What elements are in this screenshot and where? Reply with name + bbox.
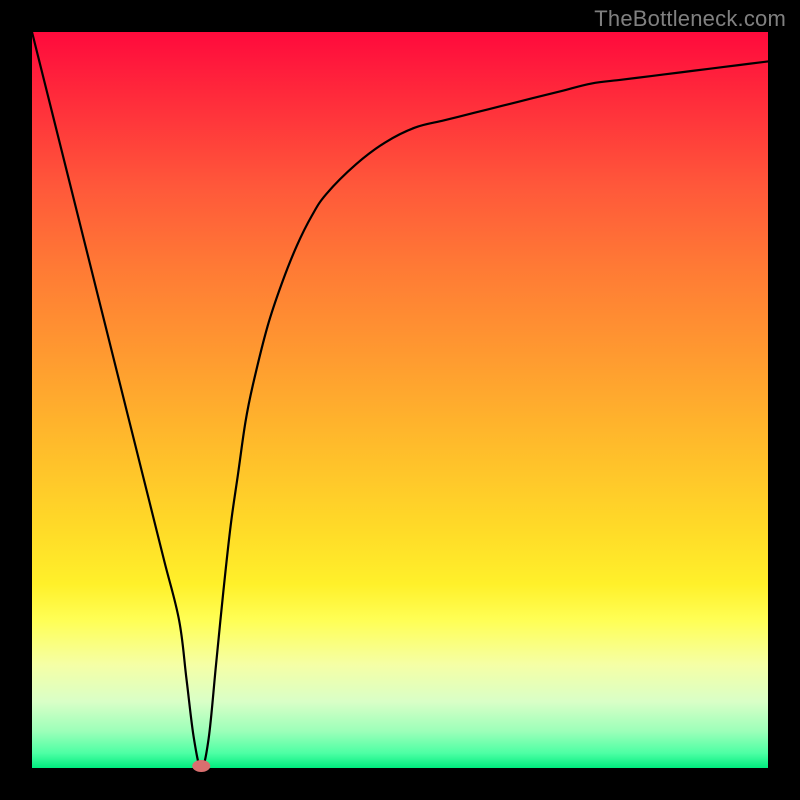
minimum-marker (192, 760, 210, 772)
chart-frame: TheBottleneck.com (0, 0, 800, 800)
plot-area (32, 32, 768, 768)
curve-layer (32, 32, 768, 768)
watermark-text: TheBottleneck.com (594, 6, 786, 32)
bottleneck-curve (32, 32, 768, 768)
